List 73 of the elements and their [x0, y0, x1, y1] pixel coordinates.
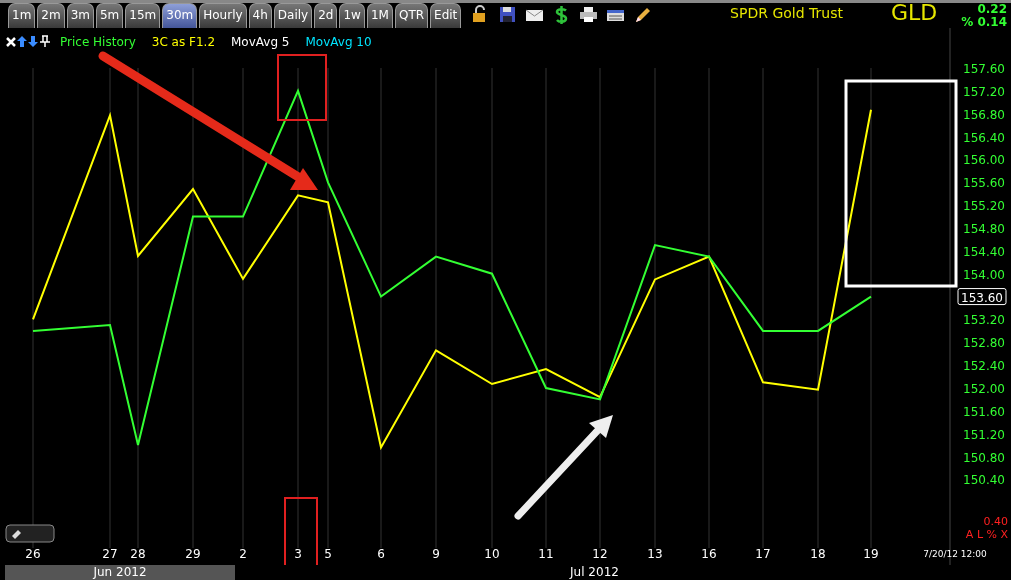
up-arrow-icon[interactable]	[17, 36, 27, 47]
axis-tick-label: 157.60	[963, 62, 1005, 76]
scale-controls[interactable]: A L % X	[965, 528, 1008, 541]
timeframe-tab[interactable]: QTR	[394, 3, 429, 28]
axis-tick-label: 155.60	[963, 176, 1005, 191]
timeframe-tab[interactable]: 30m	[162, 3, 198, 28]
axis-tick-label: 152.00	[963, 382, 1005, 396]
axis-tick-label: 150.40	[963, 473, 1005, 488]
axis-tick-label: 153.20	[963, 313, 1005, 328]
axis-tick-label: 13	[647, 547, 663, 561]
axis-tick-label: 5	[324, 547, 332, 561]
axis-tick-label: 28	[130, 547, 146, 561]
timeframe-tab[interactable]: 3m	[66, 3, 94, 28]
axis-tick-label: 11	[538, 547, 554, 561]
axis-tick-label: 152.80	[963, 336, 1005, 351]
save-icon[interactable]	[498, 5, 518, 24]
axis-tick-label: 156.80	[963, 107, 1005, 122]
ticker-symbol: GLD	[890, 2, 938, 24]
last-time-label: 7/20/12 12:00	[923, 549, 987, 559]
down-arrow-icon[interactable]	[28, 36, 38, 47]
month-label: Jun 2012	[5, 565, 235, 580]
scroll-button[interactable]	[5, 524, 55, 543]
axis-tick-label: 151.60	[963, 404, 1005, 419]
percent-change: % 0.14	[961, 16, 1007, 30]
axis-tick-label: 155.20	[963, 199, 1005, 214]
axis-tick-label: 17	[755, 547, 771, 561]
axis-tick-label: 2	[239, 547, 247, 561]
timeframe-tab[interactable]: 2d	[314, 3, 338, 28]
axis-tick-label: 27	[102, 547, 118, 561]
close-icon[interactable]	[5, 36, 17, 48]
axis-tick-label: 9	[432, 547, 440, 561]
axis-tick-label: 156.00	[963, 153, 1005, 168]
timeframe-tab[interactable]: 5m	[96, 3, 124, 28]
timeframe-tab[interactable]: Edit	[430, 3, 462, 28]
timeframe-tab[interactable]: 1m	[8, 3, 36, 28]
axis-tick-label: 154.40	[963, 244, 1005, 259]
axis-tick-label: 10	[484, 547, 500, 561]
timeframe-tab[interactable]: 1M	[366, 3, 393, 28]
axis-tick-label: 29	[185, 547, 201, 561]
timeframe-tab[interactable]: 15m	[125, 3, 161, 28]
axis-tick-label: 157.20	[963, 84, 1005, 99]
timeframe-tab[interactable]: 4h	[248, 3, 272, 28]
highlight-frame	[277, 54, 327, 121]
axis-tick-label: 26	[25, 547, 41, 561]
axis-tick-label: 151.20	[963, 427, 1005, 442]
highlight-frame	[284, 497, 318, 565]
axis-tick-label: 6	[377, 547, 385, 561]
chart-title: SPDR Gold Trust	[730, 4, 843, 23]
axis-tick-label: 19	[863, 547, 879, 561]
axis-tick-label: 18	[810, 547, 826, 561]
legend-item[interactable]: MovAvg 10	[305, 35, 372, 49]
print-icon[interactable]	[579, 5, 599, 24]
pin-icon[interactable]	[39, 35, 51, 48]
timeframe-tab[interactable]: Daily	[273, 3, 313, 28]
timeframe-tab[interactable]: Hourly	[199, 3, 247, 28]
scale-reading: 0.40	[983, 515, 1008, 528]
axis-tick-label: 16	[701, 547, 717, 561]
axis-tick-label: 3	[294, 547, 302, 561]
timeframe-tab[interactable]: 1w	[339, 3, 365, 28]
month-label: Jul 2012	[568, 565, 620, 580]
legend-item[interactable]: 3C as F1.2	[151, 35, 215, 49]
axis-tick-label: 154.80	[963, 222, 1005, 236]
legend-item[interactable]: Price History	[60, 35, 136, 49]
axis-tick-label: 152.40	[963, 359, 1005, 374]
timeframe-tab[interactable]: 2m	[37, 3, 65, 28]
axis-tick-label: 156.40	[963, 130, 1005, 145]
pencil-icon[interactable]	[633, 5, 653, 24]
axis-tick-label: 150.80	[963, 450, 1005, 465]
price-change: 0.22	[976, 3, 1007, 17]
axis-tick-label: 154.00	[963, 267, 1005, 282]
legend-item[interactable]: MovAvg 5	[231, 35, 290, 49]
axis-tick-label: 12	[592, 547, 608, 561]
last-price-label: 153.60	[957, 288, 1007, 306]
